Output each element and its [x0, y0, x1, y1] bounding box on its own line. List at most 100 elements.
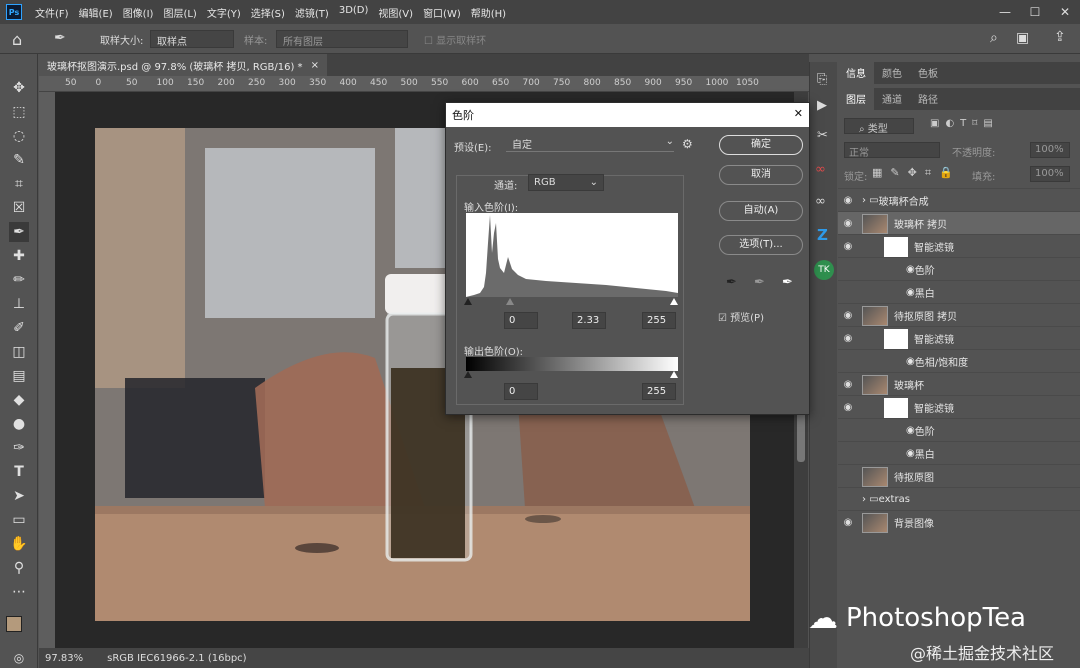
gradient-tool-icon[interactable]: ▤	[9, 366, 29, 386]
workspace-icon[interactable]: ▣	[1016, 30, 1029, 46]
layer-row[interactable]: ◉ 玻璃杯	[838, 372, 1080, 396]
preview-checkbox[interactable]: ☑ 预览(P)	[718, 309, 764, 324]
options-button[interactable]: 选项(T)...	[719, 235, 803, 255]
maximize-icon[interactable]: ☐	[1020, 0, 1050, 24]
layer-row[interactable]: ◉ 黑白	[838, 441, 1080, 465]
filter-eye-icon[interactable]: ◉	[906, 287, 915, 298]
path-select-icon[interactable]: ➤	[9, 486, 29, 506]
plugin-link-icon[interactable]: ∞	[815, 194, 826, 209]
rectangle-tool-icon[interactable]: ▭	[9, 510, 29, 530]
zoom-tool-icon[interactable]: ⚲	[9, 558, 29, 578]
output-white-slider[interactable]	[670, 371, 678, 378]
menu-item[interactable]: 视图(V)	[373, 5, 418, 20]
plugin-tk-icon[interactable]: TK	[814, 260, 834, 280]
menu-item[interactable]: 帮助(H)	[466, 5, 511, 20]
history-brush-icon[interactable]: ✐	[9, 318, 29, 338]
foreground-color-swatch[interactable]	[6, 616, 22, 632]
dodge-tool-icon[interactable]: ●	[9, 414, 29, 434]
hand-tool-icon[interactable]: ✋	[9, 534, 29, 554]
layer-thumbnail[interactable]	[862, 305, 888, 326]
panel-tab[interactable]: 颜色	[874, 61, 910, 84]
cancel-button[interactable]: 取消	[719, 165, 803, 185]
input-white-field[interactable]: 255	[642, 312, 676, 329]
lasso-tool-icon[interactable]: ◌	[9, 126, 29, 146]
frame-tool-icon[interactable]: ☒	[9, 198, 29, 218]
actions-panel-icon[interactable]: ▶	[817, 98, 827, 113]
visibility-eye-icon[interactable]: ◉	[838, 241, 858, 252]
brush-tool-icon[interactable]: ✏	[9, 270, 29, 290]
layer-row[interactable]: ◉ › ▭ 玻璃杯合成	[838, 188, 1080, 212]
clone-stamp-icon[interactable]: ⊥	[9, 294, 29, 314]
fill-field[interactable]: 100%	[1030, 166, 1070, 182]
menu-item[interactable]: 选择(S)	[246, 5, 290, 20]
menu-item[interactable]: 图像(I)	[118, 5, 159, 20]
layer-thumbnail[interactable]	[862, 374, 888, 395]
filter-mask-thumbnail[interactable]	[884, 328, 908, 349]
layer-row[interactable]: ◉ 黑白	[838, 280, 1080, 304]
preset-select[interactable]: 自定 ⌄	[506, 136, 674, 152]
layer-kind-filter[interactable]: ⌕ 类型	[844, 118, 914, 135]
layer-row[interactable]: ◉ 智能滤镜	[838, 395, 1080, 419]
channel-select[interactable]: RGB ⌄	[528, 174, 604, 191]
plugin-red-icon[interactable]: ∞	[815, 162, 826, 177]
filter-eye-icon[interactable]: ◉	[906, 448, 915, 459]
visibility-eye-icon[interactable]: ◉	[838, 195, 858, 206]
menu-item[interactable]: 窗口(W)	[418, 5, 466, 20]
crop-tool-icon[interactable]: ⌗	[9, 174, 29, 194]
output-black-field[interactable]: 0	[504, 383, 538, 400]
minimize-icon[interactable]: —	[990, 0, 1020, 24]
close-tab-icon[interactable]: ×	[311, 60, 319, 71]
type-tool-icon[interactable]: T	[9, 462, 29, 482]
layer-row[interactable]: ◉ 色相/饱和度	[838, 349, 1080, 373]
gray-point-eyedropper-icon[interactable]: ✒	[754, 275, 765, 290]
panel-tab[interactable]: 通道	[874, 87, 910, 110]
visibility-eye-icon[interactable]: ◉	[838, 310, 858, 321]
visibility-eye-icon[interactable]: ◉	[838, 517, 858, 528]
menu-item[interactable]: 文字(Y)	[202, 5, 246, 20]
layer-row[interactable]: › ▭ extras	[838, 487, 1080, 511]
dialog-close-icon[interactable]: ✕	[794, 107, 803, 123]
pen-tool-icon[interactable]: ✑	[9, 438, 29, 458]
quick-select-tool-icon[interactable]: ✎	[9, 150, 29, 170]
zoom-level[interactable]: 97.83%	[45, 653, 83, 664]
layer-row[interactable]: 待抠原图	[838, 464, 1080, 488]
document-tab[interactable]: 玻璃杯抠图演示.psd @ 97.8% (玻璃杯 拷贝, RGB/16) * ×	[39, 54, 327, 76]
close-icon[interactable]: ✕	[1050, 0, 1080, 24]
eyedropper-icon[interactable]: ✒	[54, 30, 66, 46]
eraser-tool-icon[interactable]: ◫	[9, 342, 29, 362]
auto-button[interactable]: 自动(A)	[719, 201, 803, 221]
layer-filter-icons[interactable]: ▣◐T⌑▤	[930, 118, 1030, 134]
quick-mask-icon[interactable]: ◎	[9, 648, 29, 668]
visibility-eye-icon[interactable]: ◉	[838, 402, 858, 413]
visibility-eye-icon[interactable]: ◉	[838, 218, 858, 229]
layer-row[interactable]: ◉ 背景图像	[838, 510, 1080, 534]
input-gamma-slider[interactable]	[506, 298, 514, 305]
black-point-eyedropper-icon[interactable]: ✒	[726, 275, 737, 290]
search-icon[interactable]: ⌕	[990, 30, 998, 46]
filter-eye-icon[interactable]: ◉	[906, 356, 915, 367]
eyedropper-tool-icon[interactable]: ✒	[9, 222, 29, 242]
lock-icons[interactable]: ▦✎✥⌗🔒	[872, 166, 961, 180]
input-white-slider[interactable]	[670, 298, 678, 305]
layer-row[interactable]: ◉ 待抠原图 拷贝	[838, 303, 1080, 327]
panel-tab[interactable]: 路径	[910, 87, 946, 110]
layer-row[interactable]: ◉ 色阶	[838, 257, 1080, 281]
more-tools-icon[interactable]: ⋯	[9, 582, 29, 602]
menu-item[interactable]: 文件(F)	[30, 5, 74, 20]
history-panel-icon[interactable]: ⎘	[817, 72, 827, 87]
blur-tool-icon[interactable]: ◆	[9, 390, 29, 410]
home-icon[interactable]: ⌂	[12, 30, 22, 49]
input-gamma-field[interactable]: 2.33	[572, 312, 606, 329]
visibility-eye-icon[interactable]: ◉	[838, 333, 858, 344]
menu-item[interactable]: 编辑(E)	[74, 5, 118, 20]
menu-item[interactable]: 3D(D)	[334, 5, 374, 20]
layer-row[interactable]: ◉ 色阶	[838, 418, 1080, 442]
filter-eye-icon[interactable]: ◉	[906, 264, 915, 275]
filter-mask-thumbnail[interactable]	[884, 397, 908, 418]
move-tool-icon[interactable]: ✥	[9, 78, 29, 98]
layer-thumbnail[interactable]	[862, 466, 888, 487]
layer-thumbnail[interactable]	[862, 512, 888, 533]
share-icon[interactable]: ⇪	[1054, 29, 1066, 45]
layer-thumbnail[interactable]	[862, 213, 888, 234]
opacity-field[interactable]: 100%	[1030, 142, 1070, 158]
